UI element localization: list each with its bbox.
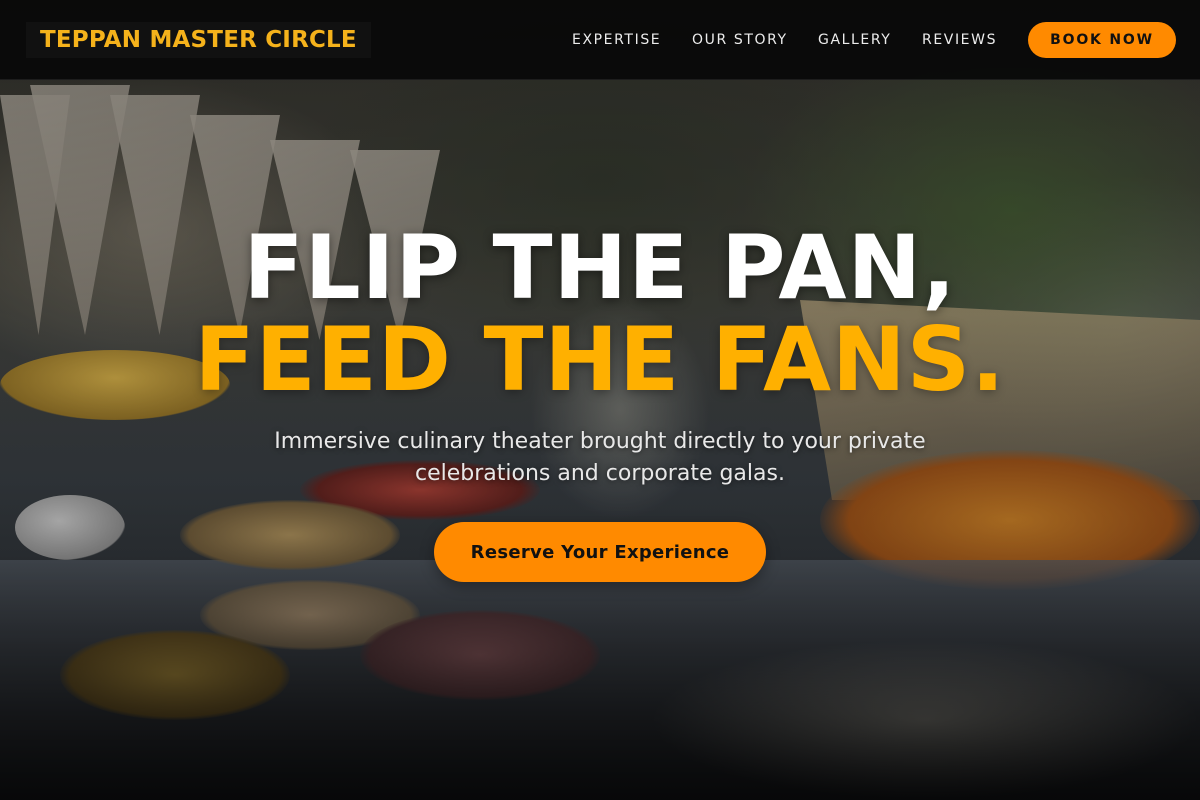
landing-page: TEPPAN MASTER CIRCLE EXPERTISE OUR STORY… — [0, 0, 1200, 800]
hero-subtitle: Immersive culinary theater brought direc… — [274, 429, 926, 486]
hero-headline: FLIP THE PAN, FEED THE FANS. — [0, 222, 1200, 406]
hero-headline-line1: FLIP THE PAN, — [243, 216, 957, 319]
book-now-button[interactable]: BOOK NOW — [1028, 22, 1176, 58]
nav-link-our-story[interactable]: OUR STORY — [692, 31, 788, 49]
hero-headline-line2: FEED THE FANS. — [194, 308, 1006, 411]
nav-link-reviews[interactable]: REVIEWS — [922, 31, 997, 49]
nav-links: EXPERTISE OUR STORY GALLERY REVIEWS — [0, 0, 1200, 80]
nav-link-expertise[interactable]: EXPERTISE — [572, 31, 661, 49]
top-navbar: TEPPAN MASTER CIRCLE EXPERTISE OUR STORY… — [0, 0, 1200, 80]
nav-link-gallery[interactable]: GALLERY — [818, 31, 891, 49]
reserve-experience-button[interactable]: Reserve Your Experience — [434, 522, 766, 582]
